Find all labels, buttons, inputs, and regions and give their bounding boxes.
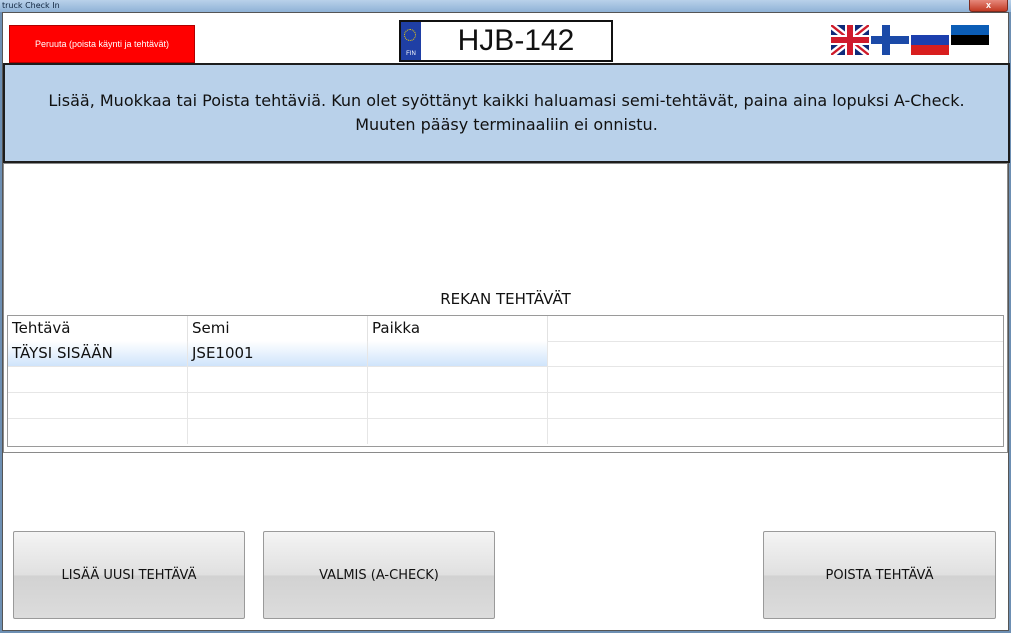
flag-fi-icon[interactable]: [871, 25, 909, 55]
table-cell-location[interactable]: [368, 341, 548, 366]
column-header-location[interactable]: Paikka: [368, 316, 548, 341]
eu-flag-icon: FIN: [401, 22, 421, 60]
tasks-table[interactable]: Tehtävä Semi Paikka TÄYSI SISÄÄN JSE1001: [7, 315, 1004, 447]
column-header-empty: [548, 316, 1003, 341]
column-header-semi[interactable]: Semi: [188, 316, 368, 341]
main-window: Peruuta (poista käynti ja tehtävät) FIN …: [2, 12, 1010, 631]
plate-country-code: FIN: [406, 51, 416, 57]
add-task-button[interactable]: LISÄÄ UUSI TEHTÄVÄ: [13, 531, 245, 619]
done-a-check-button[interactable]: VALMIS (A-CHECK): [263, 531, 495, 619]
table-cell-semi[interactable]: JSE1001: [188, 341, 368, 366]
tasks-section: REKAN TEHTÄVÄT Tehtävä Semi Paikka TÄYSI…: [3, 163, 1008, 453]
table-header: Tehtävä Semi Paikka: [8, 316, 1003, 342]
license-plate: FIN HJB-142: [399, 20, 613, 62]
table-row[interactable]: TÄYSI SISÄÄN JSE1001: [8, 341, 1003, 367]
window-title: truck Check In: [2, 1, 60, 10]
title-bar: truck Check In x: [0, 0, 1011, 12]
flag-ru-icon[interactable]: [911, 25, 949, 55]
instruction-line-1: Lisää, Muokkaa tai Poista tehtäviä. Kun …: [48, 91, 965, 110]
flag-uk-icon[interactable]: [831, 25, 869, 55]
table-row-empty: [8, 393, 1003, 419]
eu-stars-icon: [404, 29, 416, 41]
instruction-text: Lisää, Muokkaa tai Poista tehtäviä. Kun …: [36, 89, 976, 137]
table-row-empty: [8, 419, 1003, 444]
close-button[interactable]: x: [969, 0, 1008, 12]
column-header-task[interactable]: Tehtävä: [8, 316, 188, 341]
instruction-line-2: Muuten pääsy terminaaliin ei onnistu.: [355, 115, 658, 134]
instruction-banner: Lisää, Muokkaa tai Poista tehtäviä. Kun …: [3, 63, 1010, 163]
table-cell-filler: [548, 341, 1003, 366]
delete-task-button[interactable]: POISTA TEHTÄVÄ: [763, 531, 996, 619]
language-flags: [831, 25, 989, 55]
close-icon: x: [985, 0, 991, 10]
table-cell-task[interactable]: TÄYSI SISÄÄN: [8, 341, 188, 366]
table-row-empty: [8, 367, 1003, 393]
flag-ee-icon[interactable]: [951, 25, 989, 55]
tasks-title: REKAN TEHTÄVÄT: [440, 290, 571, 308]
plate-number: HJB-142: [457, 24, 575, 57]
cancel-visit-button[interactable]: Peruuta (poista käynti ja tehtävät): [9, 25, 195, 63]
